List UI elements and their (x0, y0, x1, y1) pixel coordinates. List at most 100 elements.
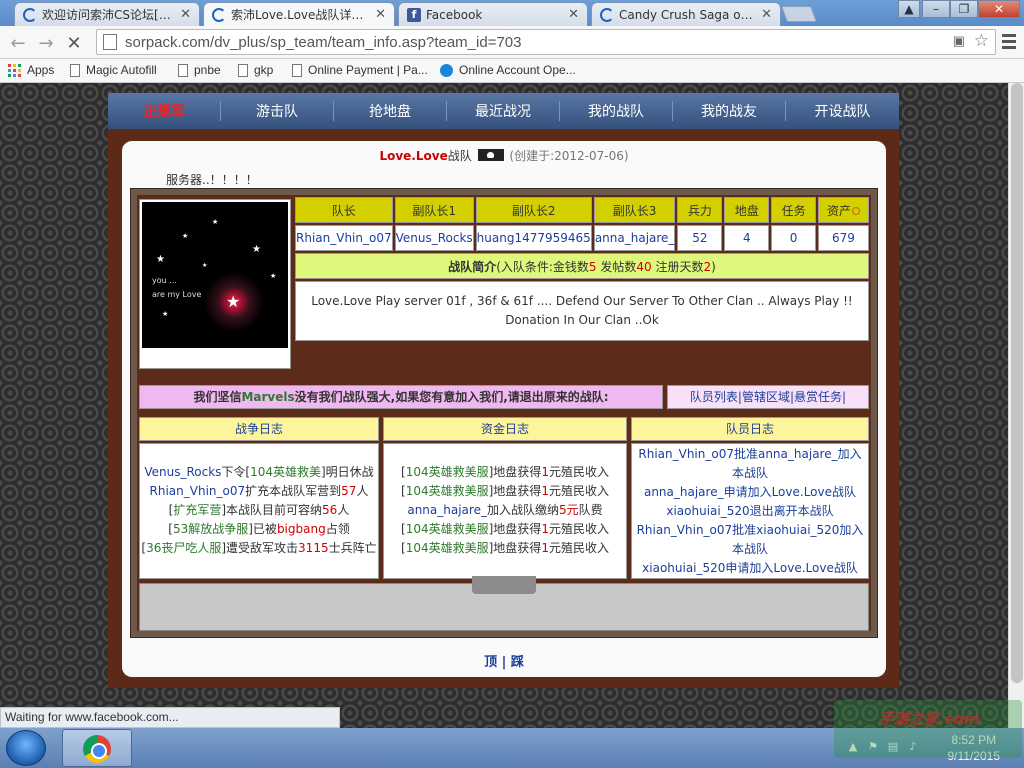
vice2-link[interactable]: huang1477959465 (475, 225, 592, 251)
page-scrollbar[interactable] (1008, 83, 1024, 728)
tab-bar: 欢迎访问索沛CS论坛[索沛 ✕ 索沛Love.Love战队详细资 ✕ f Fac… (0, 0, 1024, 26)
list-item: anna_hajare_申请加入Love.Love战队 (643, 485, 857, 499)
start-button[interactable] (6, 730, 46, 766)
bookmark-online-payment[interactable]: Online Payment | Pa... (292, 63, 428, 77)
team-motto: 我们坚信Marvels没有我们战队强大,如果您有意加入我们,请退出原来的战队: (139, 385, 663, 409)
taskbar-chrome-button[interactable] (62, 729, 132, 767)
tab-facebook[interactable]: f Facebook ✕ (398, 2, 588, 26)
tasks-value: 0 (771, 225, 816, 251)
territory-value: 4 (724, 225, 770, 251)
header-vice3: 副队长3 (593, 197, 676, 223)
page-icon (103, 34, 117, 50)
vote-footer: 顶 | 踩 (484, 655, 524, 670)
list-item: Rhian_Vhin_o07批准xiaohuiai_520加入本战队 (636, 523, 864, 556)
tab-label: Candy Crush Saga on Face (619, 7, 755, 22)
team-page: 正规军 游击队 抢地盘 最近战况 我的战队 我的战友 开设战队 Love.Lov… (108, 93, 899, 688)
close-icon[interactable]: ✕ (761, 7, 772, 22)
header-assets: 资产 (817, 197, 869, 223)
avatar-image: ★ ★ ★ ★ ★ ★ ★ ★ you ... are my Love (142, 202, 288, 348)
member-list-link[interactable]: 队员列表 (690, 390, 738, 404)
bookmark-magic-autofill[interactable]: Magic Autofill (70, 63, 157, 77)
star-icon[interactable]: ☆ (974, 31, 989, 51)
info-icon (440, 63, 453, 77)
minimize-button[interactable]: – (922, 0, 950, 18)
browser-toolbar: ← → ✕ sorpack.com/dv_plus/sp_team/team_i… (0, 26, 1024, 59)
header-vice1: 副队长1 (394, 197, 474, 223)
page-icon (178, 63, 188, 77)
list-item: [104英雄救美服]地盘获得1元殖民收入 (401, 522, 609, 536)
nav-my-comrades[interactable]: 我的战友 (673, 101, 786, 121)
maximize-button[interactable]: ❐ (950, 0, 978, 18)
user-icon[interactable]: ▲ (898, 0, 920, 18)
nav-recent-battles[interactable]: 最近战况 (447, 101, 560, 121)
list-item: Rhian_Vhin_o07批准anna_hajare_加入本战队 (638, 447, 862, 480)
troops-value: 52 (677, 225, 723, 251)
fund-log: [104英雄救美服]地盘获得1元殖民收入 [104英雄救美服]地盘获得1元殖民收… (383, 443, 627, 579)
member-log-header: 队员日志 (631, 417, 869, 441)
tab-forum[interactable]: 欢迎访问索沛CS论坛[索沛 ✕ (14, 2, 200, 26)
team-info-box: ★ ★ ★ ★ ★ ★ ★ ★ you ... are my Love 队长 副… (130, 188, 878, 638)
nav-territory[interactable]: 抢地盘 (334, 101, 447, 121)
nav-guerrilla[interactable]: 游击队 (221, 101, 334, 121)
comment-area (139, 576, 869, 631)
nav-create-team[interactable]: 开设战队 (786, 101, 899, 121)
list-item: anna_hajare_加入战队缴纳5元队费 (407, 503, 603, 517)
coin-icon (852, 206, 860, 215)
bounty-link[interactable]: 悬赏任务 (794, 390, 842, 404)
bookmarks-bar: Apps Magic Autofill pnbe gkp Online Paym… (0, 59, 1024, 83)
team-stats-table: 队长 副队长1 副队长2 副队长3 兵力 地盘 任务 资产 Rhian_Vhin… (293, 195, 871, 343)
bookmark-apps[interactable]: Apps (8, 63, 54, 77)
list-item: xiaohuiai_520退出离开本战队 (666, 504, 834, 518)
close-window-button[interactable]: ✕ (978, 0, 1020, 18)
forward-icon[interactable]: → (34, 31, 58, 55)
captain-link[interactable]: Rhian_Vhin_o07 (295, 225, 393, 251)
chrome-icon (83, 735, 111, 763)
bookmark-pnbe[interactable]: pnbe (178, 63, 221, 77)
new-tab-button[interactable] (781, 6, 817, 22)
nav-regular-army[interactable]: 正规军 (108, 101, 221, 121)
list-item: [104英雄救美服]地盘获得1元殖民收入 (401, 484, 609, 498)
loading-spinner-icon (600, 7, 614, 22)
tab-label: Facebook (426, 7, 483, 22)
header-troops: 兵力 (677, 197, 723, 223)
team-avatar: ★ ★ ★ ★ ★ ★ ★ ★ you ... are my Love (139, 199, 291, 369)
translate-icon[interactable]: ▣ (953, 33, 965, 49)
list-item: [104英雄救美服]地盘获得1元殖民收入 (401, 541, 609, 555)
vice3-link[interactable]: anna_hajare_ (593, 225, 676, 251)
team-motto-row: 我们坚信Marvels没有我们战队强大,如果您有意加入我们,请退出原来的战队: … (139, 385, 869, 411)
menu-icon[interactable] (1002, 34, 1016, 50)
close-icon[interactable]: ✕ (568, 7, 579, 22)
tab-candy-crush[interactable]: Candy Crush Saga on Face ✕ (591, 2, 781, 26)
tab-team-info[interactable]: 索沛Love.Love战队详细资 ✕ (203, 2, 395, 26)
pirate-flag-icon (477, 149, 504, 161)
page-icon (70, 63, 80, 77)
territory-link[interactable]: 管辖区域 (742, 390, 790, 404)
list-item: [53解放战争服]已被bigbang占领 (168, 522, 350, 536)
list-item: [扩充军营]本战队目前可容纳56人 (168, 503, 350, 517)
close-icon[interactable]: ✕ (375, 7, 386, 22)
watermark: 手游之家.com (834, 700, 1022, 758)
header-captain: 队长 (295, 197, 393, 223)
upvote-link[interactable]: 顶 (484, 655, 497, 670)
bookmark-online-account[interactable]: Online Account Ope... (440, 63, 576, 77)
bookmark-gkp[interactable]: gkp (238, 63, 273, 77)
address-bar[interactable]: sorpack.com/dv_plus/sp_team/team_info.as… (96, 29, 996, 55)
close-icon[interactable]: ✕ (180, 7, 191, 22)
created-date: (创建于:2012-07-06) (509, 149, 629, 163)
fund-log-header: 资金日志 (383, 417, 627, 441)
vice1-link[interactable]: Venus_Rocks (394, 225, 474, 251)
nav-my-team[interactable]: 我的战队 (560, 101, 673, 121)
list-item: Venus_Rocks下令[104英雄救美]明日休战 (144, 465, 374, 479)
back-icon[interactable]: ← (6, 31, 30, 55)
header-vice2: 副队长2 (475, 197, 592, 223)
collapse-handle[interactable] (472, 576, 536, 594)
bookmark-label: Apps (27, 63, 55, 77)
scrollbar-thumb[interactable] (1011, 83, 1023, 683)
stop-icon[interactable]: ✕ (62, 31, 86, 55)
downvote-link[interactable]: 踩 (511, 655, 524, 670)
team-description: Love.Love Play server 01f , 36f & 61f ..… (295, 281, 869, 341)
team-title: Love.Love战队 (创建于:2012-07-06) (379, 149, 629, 163)
bookmark-label: pnbe (194, 63, 221, 77)
apps-grid-icon (8, 63, 21, 77)
header-territory: 地盘 (724, 197, 770, 223)
